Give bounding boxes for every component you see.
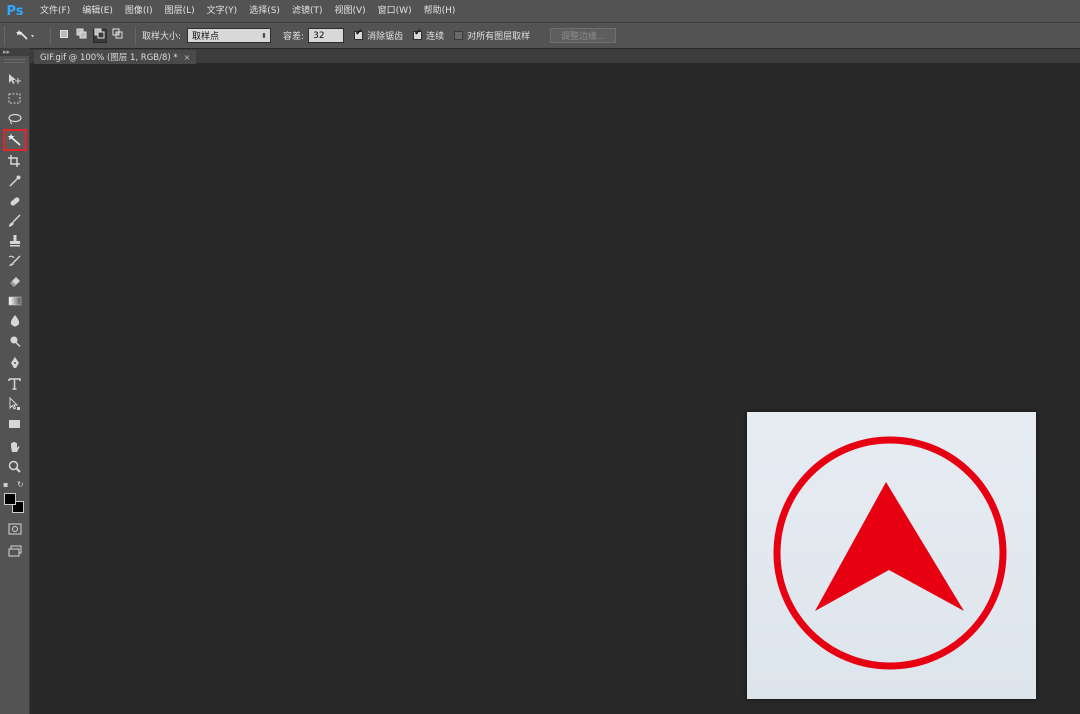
gradient-icon [7, 294, 23, 308]
menu-file[interactable]: 文件(F) [34, 0, 76, 22]
type-icon [7, 377, 23, 391]
clone-stamp-tool[interactable] [5, 232, 25, 250]
menu-type[interactable]: 文字(Y) [201, 0, 244, 22]
toolbox-collapse[interactable]: ▸▸ [0, 48, 29, 56]
document-tab-title: GIF.gif @ 100% (图层 1, RGB/8) * [40, 53, 178, 63]
menu-window[interactable]: 窗口(W) [372, 0, 418, 22]
toolbox-grip[interactable] [4, 59, 25, 63]
rect-marquee-icon [7, 92, 23, 106]
menu-filter[interactable]: 滤镜(T) [286, 0, 329, 22]
quick-mask-button[interactable] [5, 520, 25, 538]
sample-all-layers-checkbox[interactable]: 对所有图层取样 [454, 29, 530, 42]
subtract-selection-icon [94, 28, 106, 43]
menu-layer[interactable]: 图层(L) [159, 0, 201, 22]
sample-size-label: 取样大小: [142, 32, 182, 42]
refine-edge-button[interactable]: 调整边缘... [550, 28, 617, 43]
intersect-selection-button[interactable] [111, 28, 125, 43]
subtract-from-selection-button[interactable] [93, 28, 107, 43]
blur-tool[interactable] [5, 312, 25, 330]
water-drop-icon [7, 314, 23, 328]
sample-size-select[interactable]: 取样点 ⬍ [187, 28, 272, 43]
close-icon[interactable]: × [184, 53, 191, 62]
checkbox-box[interactable] [413, 28, 423, 40]
tolerance-input[interactable]: 32 [308, 28, 345, 43]
healing-brush-tool[interactable] [5, 192, 25, 210]
menu-bar: Ps 文件(F) 编辑(E) 图像(I) 图层(L) 文字(Y) 选择(S) 滤… [0, 0, 1080, 22]
intersect-selection-icon [112, 28, 124, 43]
stamp-icon [7, 234, 23, 248]
options-bar-grip[interactable] [4, 26, 8, 45]
anti-alias-label: 消除锯齿 [367, 32, 404, 42]
updown-arrow-icon: ⬍ [261, 31, 268, 40]
history-brush-icon [7, 254, 23, 268]
sample-all-layers-label: 对所有图层取样 [467, 32, 531, 42]
add-to-selection-button[interactable] [75, 28, 89, 43]
magic-wand-icon [7, 133, 23, 147]
brush-icon [7, 214, 23, 228]
lasso-tool[interactable] [5, 110, 25, 128]
quick-mask-icon [7, 522, 23, 536]
eraser-icon [7, 274, 23, 288]
default-colors-icon[interactable]: ▪ [3, 480, 8, 489]
type-tool[interactable] [5, 375, 25, 393]
screen-mode-button[interactable] [5, 542, 25, 560]
pen-icon [7, 356, 23, 370]
divider [135, 26, 136, 45]
bandage-icon [7, 194, 23, 208]
history-brush-tool[interactable] [5, 252, 25, 270]
divider [50, 26, 51, 45]
eraser-tool[interactable] [5, 272, 25, 290]
toolbox: ▸▸ ▪ ↻ [0, 48, 30, 714]
sample-size-value: 取样点 [192, 32, 220, 42]
screen-mode-icon [7, 544, 23, 558]
menu-items: 文件(F) 编辑(E) 图像(I) 图层(L) 文字(Y) 选择(S) 滤镜(T… [34, 0, 461, 22]
gradient-tool[interactable] [5, 292, 25, 310]
lasso-icon [7, 112, 23, 126]
dodge-icon [7, 334, 23, 348]
checkbox-box[interactable] [454, 31, 464, 40]
contiguous-label: 连续 [426, 32, 445, 42]
path-selection-tool[interactable] [5, 395, 25, 413]
tool-preset-picker[interactable] [16, 27, 44, 45]
new-selection-icon [59, 29, 69, 42]
zoom-tool[interactable] [5, 458, 25, 476]
marquee-tool[interactable] [5, 90, 25, 108]
new-selection-button[interactable] [57, 29, 71, 43]
document-image[interactable] [747, 412, 1036, 699]
add-selection-icon [76, 28, 88, 43]
menu-image[interactable]: 图像(I) [119, 0, 159, 22]
tolerance-label: 容差: [283, 32, 305, 42]
crop-tool[interactable] [5, 152, 25, 170]
swap-colors-icon[interactable]: ↻ [17, 480, 24, 489]
navigation-arrow-icon [773, 436, 1007, 670]
pen-tool[interactable] [5, 354, 25, 372]
menu-help[interactable]: 帮助(H) [418, 0, 462, 22]
photoshop-logo: Ps [6, 3, 24, 19]
anti-alias-checkbox[interactable]: 消除锯齿 [354, 28, 404, 42]
rectangle-tool[interactable] [5, 415, 25, 433]
rectangle-icon [7, 417, 23, 431]
menu-select[interactable]: 选择(S) [243, 0, 286, 22]
hand-icon [7, 440, 23, 454]
document-tab-bar: GIF.gif @ 100% (图层 1, RGB/8) * × [30, 49, 1080, 64]
hand-tool[interactable] [5, 438, 25, 456]
dodge-tool[interactable] [5, 332, 25, 350]
crop-icon [7, 154, 23, 168]
menu-edit[interactable]: 编辑(E) [76, 0, 119, 22]
brush-tool[interactable] [5, 212, 25, 230]
options-bar: 取样大小: 取样点 ⬍ 容差: 32 消除锯齿 连续 对所有图层取样 调整边缘.… [0, 22, 1080, 48]
magic-wand-tool[interactable] [3, 129, 27, 151]
eyedropper-tool[interactable] [5, 172, 25, 190]
eyedropper-icon [7, 174, 23, 188]
path-selection-icon [7, 397, 23, 411]
menu-view[interactable]: 视图(V) [328, 0, 371, 22]
foreground-color-swatch[interactable] [4, 493, 16, 505]
magnifier-icon [7, 460, 23, 474]
contiguous-checkbox[interactable]: 连续 [413, 28, 445, 42]
magic-wand-icon [16, 29, 36, 43]
move-icon [7, 72, 23, 86]
move-tool[interactable] [5, 70, 25, 88]
document-tab[interactable]: GIF.gif @ 100% (图层 1, RGB/8) * × [34, 50, 197, 64]
checkbox-box[interactable] [354, 28, 364, 40]
